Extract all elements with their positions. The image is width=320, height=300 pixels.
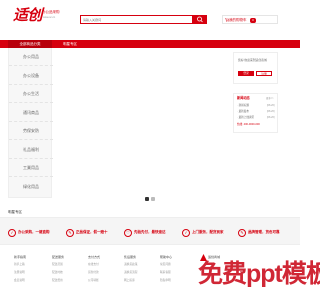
search-box — [80, 15, 193, 24]
footer-link[interactable]: 公司转账 — [88, 279, 99, 283]
heart-icon: ♡ — [124, 229, 132, 237]
all-categories-button[interactable]: 全部商品分类 — [8, 40, 52, 48]
service-item: 办公采购，一键直购 — [18, 230, 50, 234]
service-item: 先验先付，最快速达 — [134, 230, 166, 234]
footer-link[interactable]: 新手上路 — [14, 263, 25, 267]
footer-link[interactable]: 注册说明 — [14, 271, 25, 275]
site-logo[interactable]: 适创 — [13, 8, 43, 23]
search-button[interactable] — [193, 15, 207, 24]
news-date: [08-26] — [267, 116, 275, 119]
cart-count-badge: 0 — [250, 17, 256, 23]
check-icon: ✓ — [182, 229, 190, 237]
register-button[interactable]: 注册 — [256, 71, 272, 76]
footer-heading: 售后服务 — [124, 255, 137, 259]
footer-link[interactable]: 会员说明 — [14, 279, 25, 283]
news-item[interactable]: · 最新上线资讯 — [237, 116, 254, 120]
category-item[interactable]: 劳保安防 — [9, 122, 53, 140]
category-item[interactable]: 礼品福利 — [9, 141, 53, 159]
footer-link[interactable]: 常见问题 — [160, 263, 171, 267]
service-item: 上门服务，配货到家 — [192, 230, 224, 234]
news-date: [08-26] — [267, 110, 275, 113]
search-icon — [197, 16, 203, 23]
login-panel: 您好!欢迎来到适创商城 登录 注册 — [233, 52, 278, 84]
footer-heading: 配送服务 — [52, 255, 65, 259]
category-item[interactable]: 工業用品 — [9, 159, 53, 177]
category-item[interactable]: 通讯商品 — [9, 104, 53, 122]
footer-link[interactable]: 隐私申明 — [160, 279, 171, 283]
hotline-text: 热线: 400-0000-000 — [237, 123, 260, 126]
banner-slider[interactable] — [55, 48, 225, 198]
news-panel: 新闻动态 更多>> · 新闻标题 [08-26] · 最新发布 [08-26] … — [233, 93, 278, 133]
footer-link[interactable]: 配送范围 — [52, 263, 63, 267]
welcome-text: 您好!欢迎来到适创商城 — [238, 58, 267, 62]
news-date: [08-26] — [267, 104, 275, 107]
cart-label: 我的购物车 — [229, 17, 247, 22]
login-button[interactable]: 登录 — [238, 71, 254, 76]
cart-button[interactable]: 我的购物车 0 — [222, 15, 278, 24]
footer-link[interactable]: 联系客服 — [160, 271, 171, 275]
footer-heading: 支付方式 — [88, 255, 101, 259]
category-sidebar: 办公用品 办公设备 办公生活 通讯商品 劳保安防 礼品福利 工業用品 绿化用品 — [8, 48, 53, 198]
category-item[interactable]: 绿化用品 — [9, 178, 53, 196]
nav-item-star-zone[interactable]: 明星专区 — [55, 40, 85, 48]
logo-url: www.sc.cn — [43, 16, 56, 19]
pencil-icon: ✎ — [238, 229, 246, 237]
footer-link[interactable]: 退换货政策 — [124, 263, 137, 267]
footer-logo-caption: 适创商城 — [208, 255, 221, 259]
footer-link[interactable]: 网上投诉 — [124, 279, 135, 283]
footer-link[interactable]: 货到付款 — [88, 271, 99, 275]
news-item[interactable]: · 最新发布 — [237, 110, 249, 114]
banner-dot-active[interactable] — [145, 197, 149, 201]
floor-title: 明星专区 — [8, 210, 22, 214]
category-item[interactable]: 办公用品 — [9, 48, 53, 66]
category-item[interactable]: 办公设备 — [9, 67, 53, 85]
news-more-link[interactable]: 更多>> — [266, 97, 274, 100]
footer-heading: 帮助中心 — [160, 255, 173, 259]
logo-tagline: 办公品采购 — [42, 10, 60, 14]
check-icon: ✓ — [8, 229, 16, 237]
banner-dot[interactable] — [151, 197, 155, 201]
pencil-icon: ✎ — [66, 229, 74, 237]
footer-link[interactable]: 配送时效 — [52, 271, 63, 275]
footer-link[interactable]: 在线支付 — [88, 263, 99, 267]
footer-link[interactable]: 退换货流程 — [124, 271, 137, 275]
news-item[interactable]: · 新闻标题 — [237, 104, 249, 108]
service-item: 品牌管理，货色可靠 — [248, 230, 280, 234]
footer-heading: 新手指南 — [14, 255, 27, 259]
category-item[interactable]: 办公生活 — [9, 85, 53, 103]
search-input[interactable] — [83, 18, 173, 22]
service-item: 正品保证，假一赔十 — [76, 230, 108, 234]
news-title: 新闻动态 — [237, 96, 250, 100]
footer-link[interactable]: 配送费用 — [52, 279, 63, 283]
watermark-text: 免费ppt模板 — [198, 260, 320, 288]
